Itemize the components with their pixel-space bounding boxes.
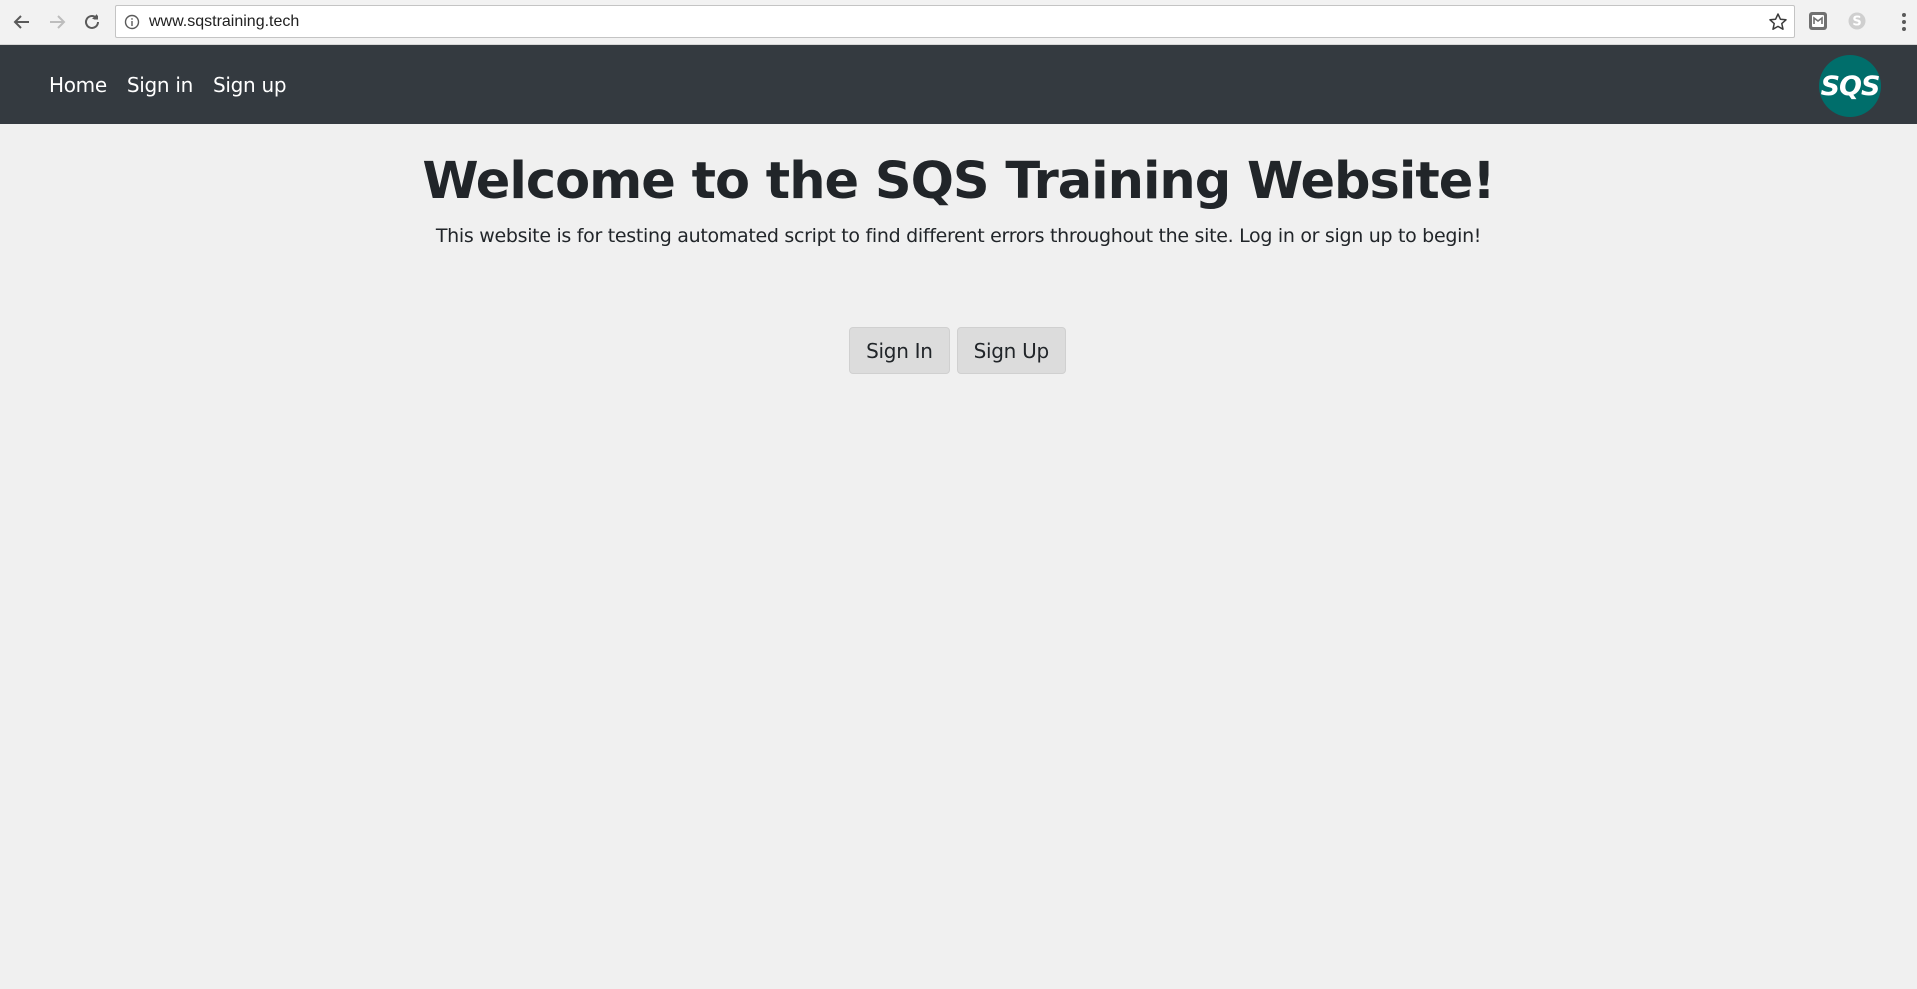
svg-text:S: S [1852,15,1861,30]
extension-icon[interactable] [1808,11,1828,31]
info-icon[interactable] [124,14,140,30]
site-navbar: Home Sign in Sign up SQS [0,45,1917,124]
logo-text: SQS [1820,70,1881,102]
sign-up-button[interactable]: Sign Up [956,327,1066,374]
sqs-logo[interactable]: SQS [1819,55,1881,117]
nav-link-sign-in[interactable]: Sign in [127,73,193,97]
menu-dots-icon[interactable] [1901,11,1907,33]
forward-arrow-icon[interactable] [44,9,70,35]
url-text[interactable]: www.sqstraining.tech [149,6,299,37]
browser-toolbar: www.sqstraining.tech S [0,0,1917,45]
back-arrow-icon[interactable] [9,9,35,35]
nav-link-home[interactable]: Home [49,73,107,97]
address-bar[interactable]: www.sqstraining.tech [115,5,1795,38]
skype-icon[interactable]: S [1847,11,1867,31]
reload-icon[interactable] [79,9,105,35]
action-buttons: Sign In Sign Up [0,327,1917,374]
main-content: Welcome to the SQS Training Website! Thi… [0,124,1917,374]
sign-in-button[interactable]: Sign In [849,327,950,374]
page-title: Welcome to the SQS Training Website! [422,152,1495,211]
nav-link-sign-up[interactable]: Sign up [213,73,287,97]
page-subtitle: This website is for testing automated sc… [435,225,1482,247]
star-icon[interactable] [1768,12,1788,32]
nav-links: Home Sign in Sign up [49,45,287,124]
